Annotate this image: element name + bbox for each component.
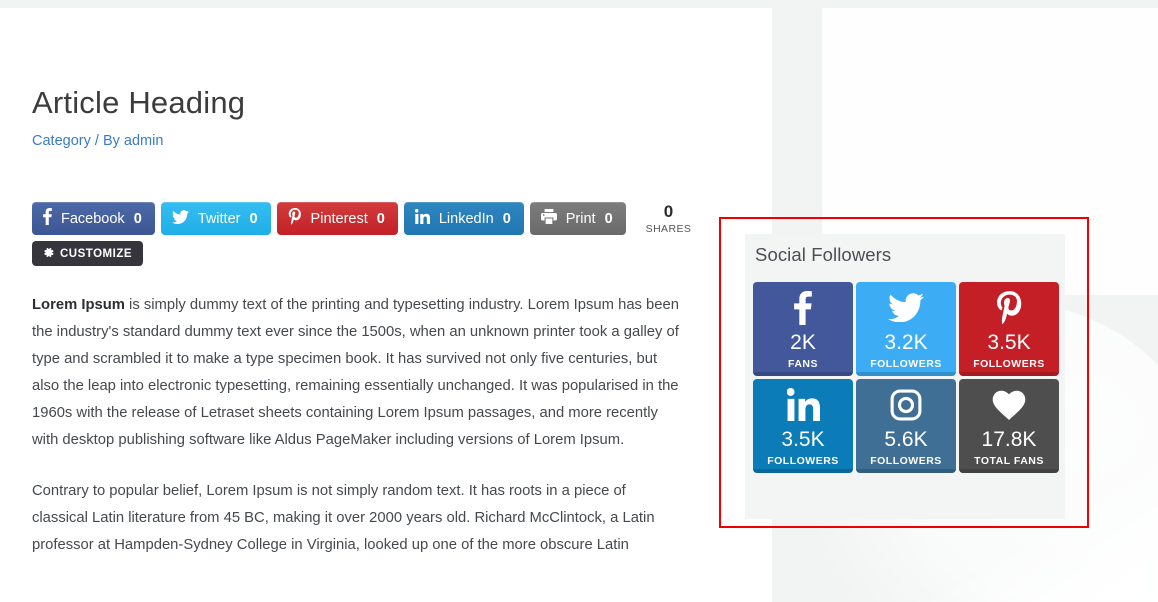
twitter-icon xyxy=(171,209,189,228)
gear-icon xyxy=(43,247,54,261)
share-button-pinterest-count: 0 xyxy=(376,210,385,227)
social-tile-pinterest-count: 3.5K xyxy=(987,330,1031,354)
facebook-icon xyxy=(794,289,812,327)
share-button-linkedin-label: LinkedIn xyxy=(438,210,494,227)
heart-icon xyxy=(991,386,1027,424)
social-tile-instagram-count: 5.6K xyxy=(884,427,928,451)
page-root: Article Heading Category / By admin Face… xyxy=(0,0,1158,602)
printer-icon xyxy=(540,209,557,228)
pinterest-icon xyxy=(288,208,302,229)
paragraph-1: Lorem Ipsum is simply dummy text of the … xyxy=(32,292,680,454)
social-tile-facebook-count: 2K xyxy=(790,330,816,354)
social-followers-grid: 2K FANS 3.2K FOLLOWERS 3.5K FOLLOWERS 3.… xyxy=(745,266,1065,473)
paragraph-1-lead: Lorem Ipsum xyxy=(32,297,125,313)
social-tile-twitter-count: 3.2K xyxy=(884,330,928,354)
share-button-linkedin[interactable]: LinkedIn 0 xyxy=(403,202,524,235)
linkedin-icon xyxy=(414,208,430,228)
social-tile-linkedin-count: 3.5K xyxy=(781,427,825,451)
social-tile-instagram[interactable]: 5.6K FOLLOWERS xyxy=(856,379,956,473)
social-tile-pinterest-label: FOLLOWERS xyxy=(973,357,1045,370)
facebook-icon xyxy=(43,208,52,229)
article-header: Article Heading Category / By admin xyxy=(32,84,682,149)
share-button-twitter-count: 0 xyxy=(249,210,258,227)
linkedin-icon xyxy=(786,386,820,424)
social-tile-total-fans-label: TOTAL FANS xyxy=(974,454,1044,467)
share-button-facebook-label: Facebook xyxy=(61,210,125,227)
social-tile-twitter-label: FOLLOWERS xyxy=(870,357,942,370)
social-tile-pinterest[interactable]: 3.5K FOLLOWERS xyxy=(959,282,1059,376)
total-shares-count: 0 xyxy=(663,202,674,221)
social-followers-title: Social Followers xyxy=(755,244,892,265)
article-body: Lorem Ipsum is simply dummy text of the … xyxy=(32,292,680,583)
share-button-facebook-count: 0 xyxy=(133,210,142,227)
share-button-print-label: Print xyxy=(565,210,596,227)
customize-button[interactable]: CUSTOMIZE xyxy=(32,241,144,266)
share-button-linkedin-count: 0 xyxy=(502,210,511,227)
social-tile-twitter[interactable]: 3.2K FOLLOWERS xyxy=(856,282,956,376)
social-followers-widget: Social Followers 2K FANS 3.2K FOLLOWERS xyxy=(745,234,1065,519)
social-tile-total-fans[interactable]: 17.8K TOTAL FANS xyxy=(959,379,1059,473)
social-tile-facebook-label: FANS xyxy=(787,357,818,370)
social-tile-linkedin-label: FOLLOWERS xyxy=(767,454,839,467)
customize-button-label: CUSTOMIZE xyxy=(60,247,133,260)
pinterest-icon xyxy=(996,289,1023,327)
social-tile-linkedin[interactable]: 3.5K FOLLOWERS xyxy=(753,379,853,473)
twitter-icon xyxy=(888,289,924,327)
breadcrumb-separator: / xyxy=(94,133,99,150)
social-tile-total-fans-count: 17.8K xyxy=(981,427,1037,451)
paragraph-2: Contrary to popular belief, Lorem Ipsum … xyxy=(32,483,655,553)
share-button-pinterest-label: Pinterest xyxy=(310,210,368,227)
total-shares-label: SHARES xyxy=(645,222,692,235)
share-button-pinterest[interactable]: Pinterest 0 xyxy=(276,202,398,235)
share-button-bar: Facebook 0 Twitter 0 Pinterest 0 LinkedI… xyxy=(32,202,691,235)
page-title: Article Heading xyxy=(32,85,246,120)
breadcrumb: Category / By admin xyxy=(32,133,682,149)
breadcrumb-author-link[interactable]: By admin xyxy=(103,133,163,149)
share-button-twitter[interactable]: Twitter 0 xyxy=(160,202,271,235)
social-tile-facebook[interactable]: 2K FANS xyxy=(753,282,853,376)
instagram-icon xyxy=(889,386,923,424)
share-button-print[interactable]: Print 0 xyxy=(529,202,626,235)
breadcrumb-category-link[interactable]: Category xyxy=(32,133,91,149)
total-shares-counter: 0 SHARES xyxy=(646,202,692,235)
paragraph-1-rest: is simply dummy text of the printing and… xyxy=(32,297,679,448)
share-button-twitter-label: Twitter xyxy=(197,210,241,227)
social-tile-instagram-label: FOLLOWERS xyxy=(870,454,942,467)
share-button-print-count: 0 xyxy=(604,210,613,227)
share-button-facebook[interactable]: Facebook 0 xyxy=(32,202,155,235)
